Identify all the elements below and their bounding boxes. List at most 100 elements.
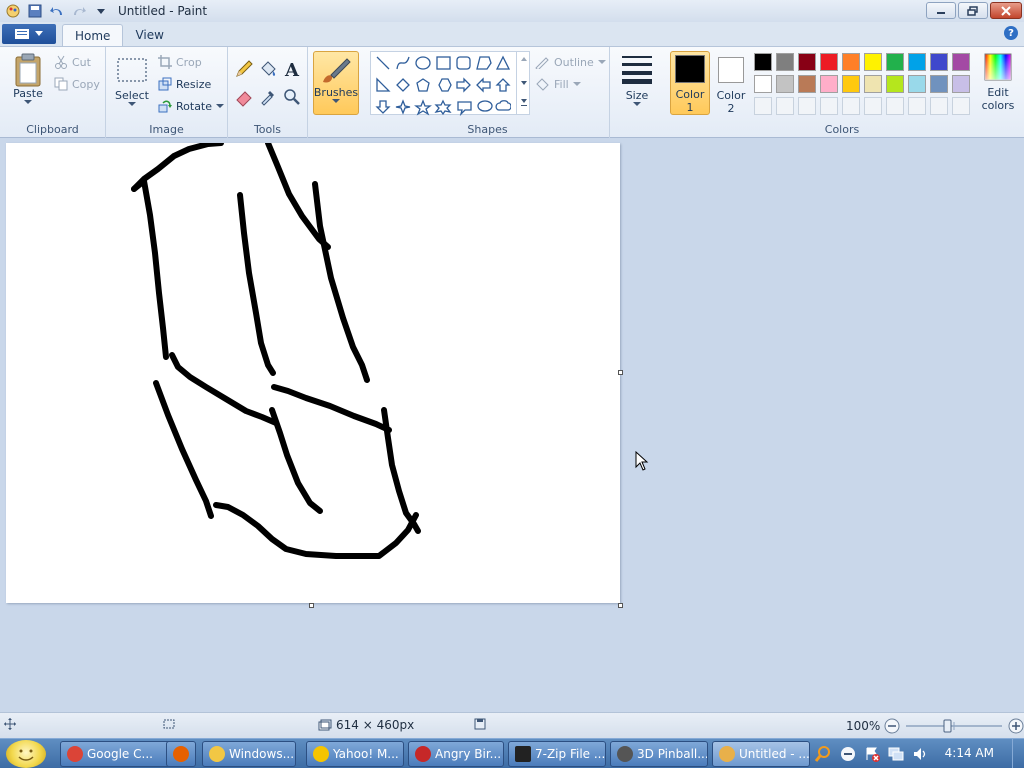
size-button[interactable]: Size: [618, 53, 656, 107]
resize-button[interactable]: Resize: [158, 77, 211, 91]
magnifier-tool[interactable]: [282, 87, 302, 107]
cut-button[interactable]: Cut: [54, 55, 91, 69]
zoom-controls: 100%: [846, 718, 1024, 734]
paint-app-icon[interactable]: [4, 2, 22, 20]
canvas-resize-handle-bottom[interactable]: [309, 603, 314, 608]
size-group: Size: [610, 47, 664, 139]
custom-color-slot[interactable]: [776, 97, 794, 115]
line-size-icon: [622, 56, 652, 84]
tab-view[interactable]: View: [123, 24, 175, 46]
zoom-slider[interactable]: [904, 718, 1004, 734]
eraser-tool[interactable]: [234, 87, 254, 107]
taskbar-item-label: 7-Zip File ...: [535, 747, 606, 761]
color-swatch[interactable]: [886, 53, 904, 71]
taskbar-item-yahoo-messenger[interactable]: Yahoo! M...: [306, 741, 404, 767]
color-swatch[interactable]: [908, 75, 926, 93]
tab-home[interactable]: Home: [62, 24, 124, 46]
folder-icon: [209, 746, 225, 762]
edit-colors-button[interactable]: Edit colors: [976, 53, 1020, 112]
color1-label-line1: Color: [675, 88, 705, 101]
color-swatch[interactable]: [952, 75, 970, 93]
custom-color-slot[interactable]: [842, 97, 860, 115]
zoom-in-icon[interactable]: [1008, 718, 1024, 734]
custom-color-slot[interactable]: [820, 97, 838, 115]
minimize-button[interactable]: [926, 2, 956, 19]
color1-button[interactable]: Color 1: [670, 51, 710, 115]
start-button[interactable]: [6, 740, 46, 768]
search-icon[interactable]: [814, 745, 832, 763]
customize-toolbar-icon[interactable]: [92, 2, 110, 20]
crop-button[interactable]: Crop: [158, 55, 202, 69]
action-center-icon[interactable]: [864, 746, 880, 762]
copy-button[interactable]: Copy: [54, 77, 100, 91]
zoom-level: 100%: [846, 719, 881, 733]
taskbar-item-firefox[interactable]: [166, 741, 196, 767]
custom-color-slot[interactable]: [754, 97, 772, 115]
color-swatch[interactable]: [930, 53, 948, 71]
custom-color-slot[interactable]: [908, 97, 926, 115]
brush-icon: [323, 58, 351, 83]
pencil-tool[interactable]: [234, 59, 254, 79]
color-swatch[interactable]: [754, 53, 772, 71]
select-button[interactable]: Select: [114, 57, 150, 107]
color-swatch[interactable]: [776, 53, 794, 71]
fill-button[interactable]: Fill: [534, 77, 581, 91]
color-swatch[interactable]: [798, 75, 816, 93]
volume-icon[interactable]: [912, 746, 928, 762]
color-swatch[interactable]: [864, 53, 882, 71]
close-button[interactable]: [990, 2, 1022, 19]
paste-button[interactable]: Paste: [8, 53, 48, 105]
taskbar-item-paint[interactable]: Untitled - ...: [712, 741, 810, 767]
save-icon[interactable]: [26, 2, 44, 20]
color-swatch[interactable]: [798, 53, 816, 71]
color-swatch[interactable]: [908, 53, 926, 71]
network-icon[interactable]: [888, 746, 904, 762]
taskbar-item-chrome[interactable]: Google C...: [60, 741, 172, 767]
pencil-icon: [236, 60, 253, 77]
color-swatch[interactable]: [842, 75, 860, 93]
taskbar-item-windows-explorer[interactable]: Windows...: [202, 741, 296, 767]
color-swatch[interactable]: [864, 75, 882, 93]
color-swatch[interactable]: [820, 75, 838, 93]
help-icon[interactable]: ?: [1004, 26, 1018, 40]
shapes-gallery-scrollbar[interactable]: [516, 51, 530, 115]
color-picker-tool[interactable]: [258, 87, 278, 107]
custom-color-slot[interactable]: [952, 97, 970, 115]
color2-button[interactable]: Color 2: [712, 53, 750, 115]
color-swatch[interactable]: [952, 53, 970, 71]
custom-color-slot[interactable]: [930, 97, 948, 115]
shapes-gallery-icons: [375, 55, 512, 117]
canvas-resize-handle-corner[interactable]: [618, 603, 623, 608]
color-swatch[interactable]: [886, 75, 904, 93]
canvas-resize-handle-right[interactable]: [618, 370, 623, 375]
custom-color-slot[interactable]: [864, 97, 882, 115]
color-swatch[interactable]: [776, 75, 794, 93]
taskbar-clock[interactable]: 4:14 AM: [945, 746, 994, 760]
custom-color-slot[interactable]: [798, 97, 816, 115]
brushes-button[interactable]: Brushes: [313, 51, 359, 115]
color-swatch[interactable]: [842, 53, 860, 71]
custom-color-slot[interactable]: [886, 97, 904, 115]
taskbar-item-3d-pinball[interactable]: 3D Pinball...: [610, 741, 708, 767]
messenger-tray-icon[interactable]: [840, 746, 856, 762]
zoom-out-icon[interactable]: [884, 718, 900, 734]
undo-icon[interactable]: [48, 2, 66, 20]
text-tool[interactable]: A: [282, 59, 302, 79]
fill-tool[interactable]: [258, 59, 278, 79]
crop-label: Crop: [176, 55, 202, 69]
rotate-button[interactable]: Rotate: [158, 99, 225, 113]
taskbar-item-angry-birds[interactable]: Angry Bir...: [408, 741, 504, 767]
paint-menu-button[interactable]: [2, 24, 56, 44]
taskbar-item-7zip[interactable]: 7-Zip File ...: [508, 741, 606, 767]
disk-icon: [474, 718, 486, 730]
redo-icon[interactable]: [70, 2, 88, 20]
outline-button[interactable]: Outline: [534, 55, 606, 69]
drawing-canvas[interactable]: [6, 140, 620, 603]
chevron-down-icon: [332, 99, 340, 103]
color-swatch[interactable]: [820, 53, 838, 71]
color-swatch[interactable]: [754, 75, 772, 93]
restore-button[interactable]: [958, 2, 988, 19]
show-desktop-button[interactable]: [1012, 739, 1024, 768]
canvas-workspace[interactable]: [0, 138, 1024, 712]
color-swatch[interactable]: [930, 75, 948, 93]
